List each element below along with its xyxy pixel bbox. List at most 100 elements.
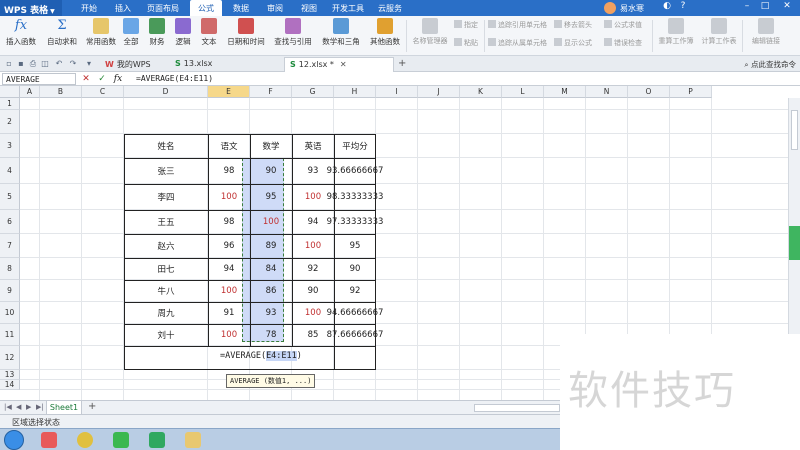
name-manager-button[interactable]: 名称管理器 [410,18,450,54]
redo-icon[interactable]: ↷ [68,59,78,69]
lookup-reference-button[interactable]: 查找与引用 [270,18,316,54]
calculate-sheet-button[interactable]: 计算工作表 [698,18,740,54]
taskbar-app-1[interactable] [34,430,64,450]
column-header-b[interactable]: B [40,86,82,98]
minimize-icon[interactable]: – [740,1,754,15]
column-header-c[interactable]: C [82,86,124,98]
save-icon[interactable]: ▪ [16,59,26,69]
close-tab-icon[interactable]: ✕ [340,60,347,69]
trace-precedents-button[interactable]: 追踪引用单元格 [488,20,547,32]
error-check-button[interactable]: 错误检查 [604,38,642,50]
command-search-hint[interactable]: ⌕ 点此查找命令 [744,59,796,70]
prev-sheet-icon[interactable]: ◀ [16,403,21,411]
undo-icon[interactable]: ↶ [54,59,64,69]
column-header-d[interactable]: D [124,86,208,98]
text-button[interactable]: 文本 [198,18,220,54]
table-cell[interactable]: 田七 [124,258,208,280]
table-cell[interactable]: 98 [208,210,250,234]
table-cell[interactable]: 84 [250,258,292,280]
table-cell[interactable]: 93 [250,302,292,324]
column-header-n[interactable]: N [586,86,628,98]
new-tab-button[interactable]: + [398,58,406,69]
editing-cell[interactable]: =AVERAGE(E4:E11) [220,344,302,368]
chevron-down-icon[interactable]: ▾ [84,59,94,69]
math-trig-button[interactable]: 数学和三角 [318,18,364,54]
tab-home[interactable]: 开始 [74,0,104,16]
select-all-corner[interactable] [0,86,20,98]
row-header-2[interactable]: 2 [0,110,20,134]
table-cell[interactable]: 张三 [124,158,208,184]
column-header-i[interactable]: I [376,86,418,98]
scroll-thumb[interactable] [791,110,798,150]
paste-name-button[interactable]: 粘贴 [454,38,478,50]
row-header-6[interactable]: 6 [0,210,20,234]
table-cell[interactable]: 87.66666667 [327,324,384,346]
table-cell[interactable]: 90 [250,158,292,184]
sheet-tab[interactable]: Sheet1 [46,401,82,415]
financial-button[interactable]: 财务 [146,18,168,54]
table-cell[interactable]: 周九 [124,302,208,324]
table-cell[interactable]: 78 [250,324,292,346]
name-box[interactable]: AVERAGE [2,73,76,85]
autosum-button[interactable]: Σ 自动求和 [42,18,82,54]
table-cell[interactable]: 86 [250,280,292,302]
table-cell[interactable]: 95 [250,184,292,210]
row-header-14[interactable]: 14 [0,380,20,390]
table-cell[interactable]: 90 [292,280,334,302]
row-header-13[interactable]: 13 [0,370,20,380]
table-cell[interactable]: 98 [208,158,250,184]
doc-tab-13[interactable]: S 13.xlsx [170,57,217,72]
formula-input[interactable]: =AVERAGE(E4:E11) [134,73,794,85]
next-sheet-icon[interactable]: ▶ [26,403,31,411]
tab-cloud[interactable]: 云服务 [372,0,408,16]
table-header-cell[interactable]: 姓名 [124,134,208,158]
maximize-icon[interactable]: □ [758,1,772,15]
preview-icon[interactable]: ◫ [40,59,50,69]
taskbar-chrome[interactable] [70,430,100,450]
row-header-1[interactable]: 1 [0,98,20,110]
taskbar-wps[interactable] [142,430,172,450]
table-cell[interactable]: 王五 [124,210,208,234]
column-header-o[interactable]: O [628,86,670,98]
taskbar-explorer[interactable] [178,430,208,450]
recalculate-workbook-button[interactable]: 重算工作簿 [656,18,696,54]
row-header-8[interactable]: 8 [0,258,20,280]
table-cell[interactable]: 100 [292,234,334,258]
user-name[interactable]: 易水寒 [620,3,644,14]
help-icon[interactable]: ? [676,1,690,15]
all-functions-button[interactable]: 全部 [120,18,142,54]
table-cell[interactable]: 96 [208,234,250,258]
horizontal-scrollbar[interactable] [474,404,560,412]
app-menu-button[interactable]: WPS 表格 ▼ [0,0,62,16]
fx-icon[interactable]: fx [112,73,124,85]
common-functions-button[interactable]: 常用函数 [84,18,118,54]
cancel-icon[interactable]: ✕ [80,73,92,85]
table-cell[interactable]: 95 [334,234,376,258]
tab-formulas[interactable]: 公式 [190,0,222,16]
last-sheet-icon[interactable]: ▶| [36,403,44,411]
doc-tab-my-wps[interactable]: W 我的WPS [100,57,156,72]
remove-arrows-button[interactable]: 移去箭头 [554,20,592,32]
row-header-11[interactable]: 11 [0,324,20,346]
insert-function-button[interactable]: fx 插入函数 [2,18,40,54]
print-icon[interactable]: ⎙ [28,59,38,69]
logical-button[interactable]: 逻辑 [172,18,194,54]
tab-page-layout[interactable]: 页面布局 [142,0,184,16]
row-header-5[interactable]: 5 [0,184,20,210]
column-header-a[interactable]: A [20,86,40,98]
table-cell[interactable]: 100 [208,184,250,210]
column-header-j[interactable]: J [418,86,460,98]
column-header-l[interactable]: L [502,86,544,98]
column-header-f[interactable]: F [250,86,292,98]
table-header-cell[interactable]: 数学 [250,134,292,158]
show-formulas-button[interactable]: 显示公式 [554,38,592,50]
table-header-cell[interactable]: 语文 [208,134,250,158]
table-header-cell[interactable]: 英语 [292,134,334,158]
table-cell[interactable]: 94.66666667 [327,302,384,324]
first-sheet-icon[interactable]: |◀ [4,403,12,411]
close-icon[interactable]: ✕ [780,1,794,15]
table-cell[interactable]: 90 [334,258,376,280]
taskbar-wechat[interactable] [106,430,136,450]
new-file-icon[interactable]: ▫ [4,59,14,69]
table-cell[interactable]: 100 [208,280,250,302]
